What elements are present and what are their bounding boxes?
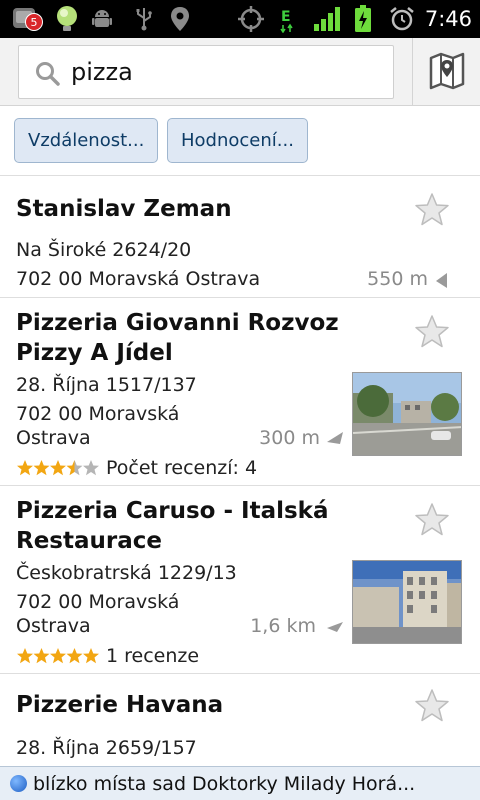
globe-icon bbox=[10, 775, 27, 792]
favorite-star-icon[interactable] bbox=[414, 502, 450, 538]
result-address-line: Na Široké 2624/20 bbox=[16, 239, 192, 261]
result-title: Stanislav Zeman bbox=[16, 196, 232, 222]
review-count: 1 recenze bbox=[106, 645, 200, 667]
result-distance: 550 m bbox=[367, 268, 428, 290]
signal-icon bbox=[312, 6, 342, 32]
result-address-line: Ostrava bbox=[16, 427, 91, 449]
review-count: Počet recenzí: 4 bbox=[106, 457, 258, 479]
usb-icon bbox=[130, 6, 158, 32]
direction-arrow-icon bbox=[325, 618, 345, 638]
battery-charging-icon bbox=[352, 5, 374, 32]
search-field[interactable] bbox=[18, 45, 394, 99]
result-title: Pizzeria Caruso - Italská Restaurace bbox=[16, 498, 329, 554]
location-text: blízko místa sad Doktorky Milady Horá... bbox=[33, 772, 416, 795]
edge-data-icon: E bbox=[278, 6, 296, 33]
filter-bar: Vzdálenost... Hodnocení... bbox=[0, 106, 480, 176]
search-bar bbox=[0, 38, 480, 106]
map-view-button[interactable] bbox=[412, 38, 480, 106]
status-bar: 5 E 7:46 bbox=[0, 0, 480, 38]
location-pin-icon bbox=[166, 6, 194, 32]
result-item[interactable]: Pizzeria Giovanni Rozvoz Pizzy A Jídel 2… bbox=[0, 298, 480, 486]
result-distance: 1,6 km bbox=[250, 615, 316, 637]
status-time: 7:46 bbox=[424, 7, 472, 31]
filter-distance-button[interactable]: Vzdálenost... bbox=[14, 118, 159, 163]
rating-row: 1 recenze bbox=[16, 644, 199, 668]
location-footer[interactable]: blízko místa sad Doktorky Milady Horá... bbox=[0, 766, 480, 800]
favorite-star-icon[interactable] bbox=[414, 314, 450, 350]
search-input[interactable] bbox=[71, 54, 371, 90]
rating-row: Počet recenzí: 4 bbox=[16, 456, 257, 480]
result-item[interactable]: Pizzerie Havana 28. Října 2659/157 bbox=[0, 674, 480, 766]
favorite-star-icon[interactable] bbox=[414, 192, 450, 228]
result-address-line: 28. Října 2659/157 bbox=[16, 737, 197, 759]
rating-stars bbox=[16, 647, 100, 665]
place-photo[interactable] bbox=[352, 560, 462, 644]
android-debug-icon bbox=[88, 6, 116, 32]
alarm-icon bbox=[388, 6, 416, 32]
direction-arrow-icon bbox=[434, 271, 450, 293]
result-address-line: Českobratrská 1229/13 bbox=[16, 562, 237, 584]
result-distance: 300 m bbox=[259, 427, 320, 449]
results-list: Stanislav Zeman Na Široké 2624/20 702 00… bbox=[0, 176, 480, 766]
favorite-star-icon[interactable] bbox=[414, 688, 450, 724]
lightbulb-icon[interactable] bbox=[52, 6, 82, 32]
result-address-line: Ostrava bbox=[16, 615, 91, 637]
svg-text:E: E bbox=[281, 9, 291, 25]
result-item[interactable]: Stanislav Zeman Na Široké 2624/20 702 00… bbox=[0, 176, 480, 298]
result-address-line: 28. Října 1517/137 bbox=[16, 374, 197, 396]
direction-arrow-icon bbox=[325, 430, 345, 450]
result-address-line: 702 00 Moravská Ostrava bbox=[16, 268, 261, 290]
map-icon bbox=[429, 50, 465, 94]
place-photo[interactable] bbox=[352, 372, 462, 456]
search-icon bbox=[35, 61, 61, 91]
result-address-line: 702 00 Moravská bbox=[16, 591, 180, 613]
result-item[interactable]: Pizzeria Caruso - Italská Restaurace Čes… bbox=[0, 486, 480, 674]
result-title: Pizzerie Havana bbox=[16, 692, 224, 718]
rating-stars bbox=[16, 459, 100, 477]
filter-rating-button[interactable]: Hodnocení... bbox=[167, 118, 308, 163]
result-address-line: 702 00 Moravská bbox=[16, 403, 180, 425]
gps-icon bbox=[236, 6, 266, 32]
result-title: Pizzeria Giovanni Rozvoz Pizzy A Jídel bbox=[16, 310, 339, 366]
notification-count-badge: 5 bbox=[25, 13, 43, 31]
